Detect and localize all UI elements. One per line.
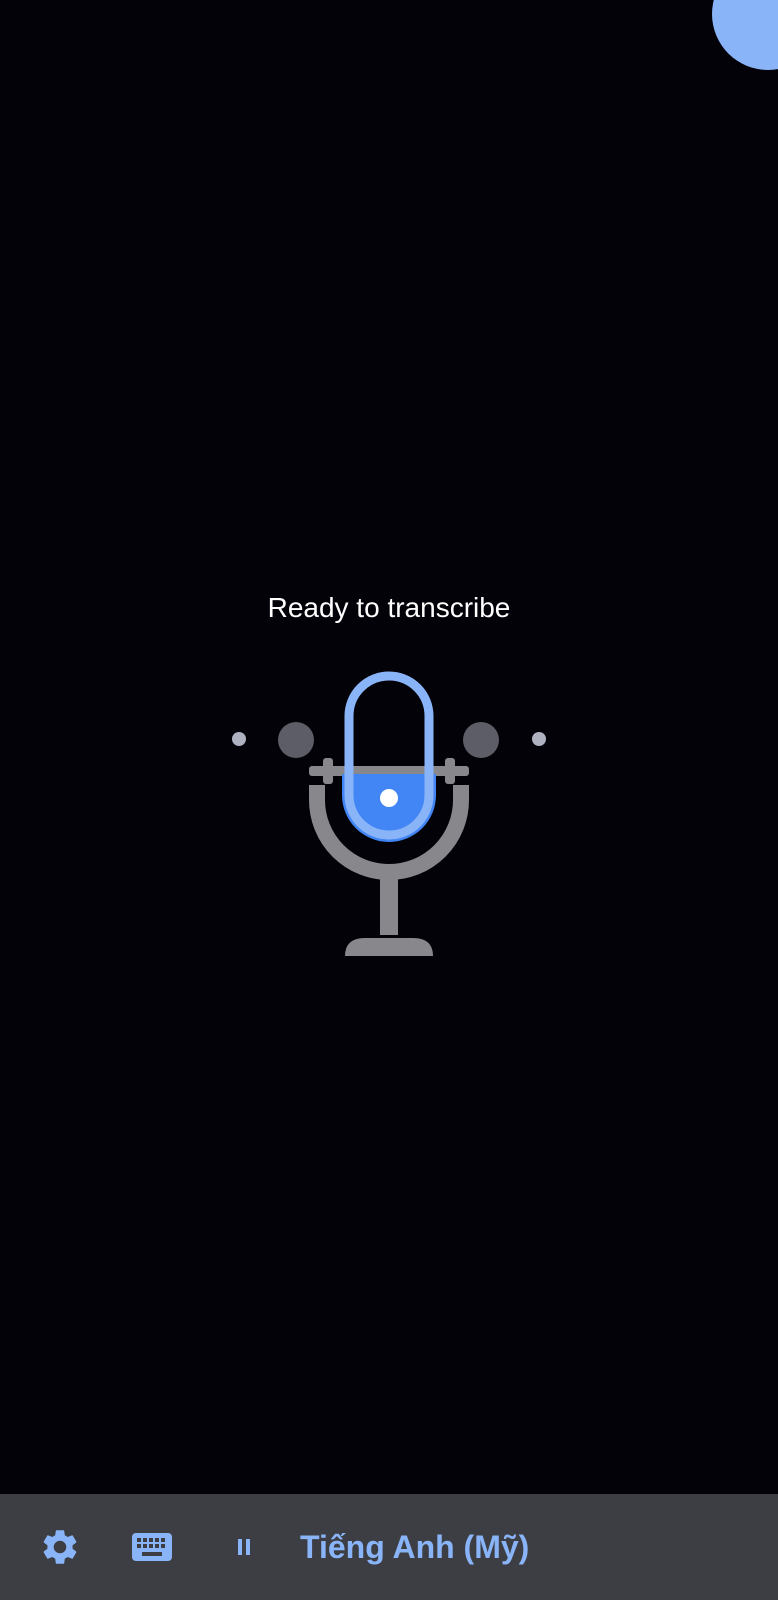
keyboard-button[interactable]: [128, 1494, 176, 1600]
audio-level-dot-left-outer: [232, 732, 246, 746]
language-label: Tiếng Anh (Mỹ): [300, 1528, 530, 1565]
settings-button[interactable]: [34, 1494, 86, 1600]
keyboard-icon: [132, 1533, 172, 1561]
language-selector[interactable]: Tiếng Anh (Mỹ): [300, 1494, 560, 1600]
pause-icon: [238, 1539, 250, 1555]
gear-icon: [43, 1530, 77, 1564]
corner-floating-button[interactable]: [712, 0, 778, 70]
transcribe-screen: Ready to transcribe Tiếng Anh (Mỹ): [0, 0, 778, 1600]
microphone-visualizer: [0, 670, 778, 970]
audio-level-dot-right-outer: [532, 732, 546, 746]
bottom-toolbar: Tiếng Anh (Mỹ): [0, 1494, 778, 1600]
pause-button[interactable]: [228, 1494, 260, 1600]
microphone-icon[interactable]: [309, 670, 469, 960]
status-text: Ready to transcribe: [267, 592, 511, 623]
